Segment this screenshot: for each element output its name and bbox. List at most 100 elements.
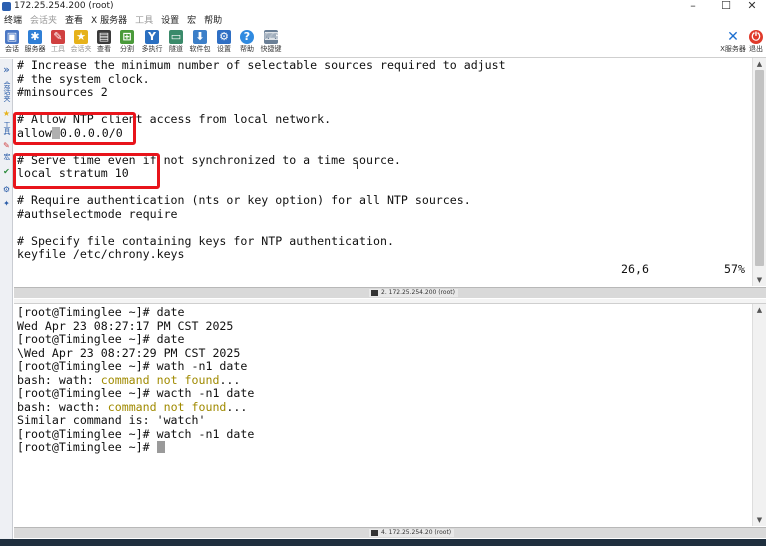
- toolbar-settings-button[interactable]: ⚙ 设置: [212, 28, 236, 58]
- menu-help[interactable]: 帮助: [200, 14, 226, 28]
- highlight-box-local-stratum: [13, 153, 160, 189]
- mouse-cursor-icon: I: [356, 161, 359, 172]
- error-prefix: bash: wacth:: [17, 399, 108, 414]
- toolbar-sessions-button[interactable]: ★ 会话夹: [69, 28, 93, 58]
- close-button[interactable]: ✕: [737, 0, 766, 13]
- error-message: command not found: [107, 399, 227, 414]
- gear-icon[interactable]: ⚙: [1, 185, 12, 194]
- toolbar-servers-button[interactable]: ✱ 服务器: [23, 28, 47, 58]
- toolbar-label: 快捷键: [260, 45, 282, 53]
- toolbar-exit-button[interactable]: ⏻ 退出: [746, 28, 766, 58]
- menu-view[interactable]: 查看: [61, 14, 87, 28]
- help-icon: ?: [240, 30, 254, 44]
- power-icon: ⏻: [749, 30, 763, 44]
- toolbar-view-button[interactable]: ▤ 查看: [92, 28, 116, 58]
- sparkle-icon[interactable]: ✦: [1, 199, 12, 208]
- pane-status-bar: 4. 172.25.254.20 (root): [14, 527, 766, 538]
- menu-xserver[interactable]: X 服务器: [87, 14, 131, 28]
- toolbar-help-button[interactable]: ? 帮助: [235, 28, 259, 58]
- terminal-line: [root@Timinglee ~]# date: [17, 305, 185, 319]
- toolbar-label: 多执行: [141, 45, 163, 53]
- toolbar-label: 软件包: [189, 45, 211, 53]
- error-suffix: ...: [219, 372, 241, 387]
- highlight-box-allow: [13, 112, 136, 145]
- pane-status-bar: 2. 172.25.254.200 (root): [14, 287, 766, 298]
- terminal-prompt-line: [root@Timinglee ~]#: [17, 440, 165, 455]
- terminal-line: \Wed Apr 23 08:27:29 PM CST 2025: [17, 345, 241, 360]
- toolbar-split-button[interactable]: ⊞ 分割: [115, 28, 139, 58]
- terminal-line: bash: wath: command not found...: [17, 372, 241, 388]
- sidebar-item-tools[interactable]: 工具: [1, 121, 12, 135]
- settings-icon: ⚙: [217, 30, 231, 44]
- toolbar-label: 设置: [217, 45, 231, 53]
- multiexec-icon: Y: [145, 30, 159, 44]
- packages-icon: ⬇: [193, 30, 207, 44]
- terminal-line: keyfile /etc/chrony.keys: [17, 247, 185, 261]
- toolbar-tunnel-button[interactable]: ▭ 隧道: [164, 28, 188, 58]
- session-icon: ▣: [5, 30, 19, 44]
- toolbar-label: 服务器: [24, 45, 46, 53]
- pane-label[interactable]: 2. 172.25.254.200 (root): [369, 289, 458, 297]
- sidebar-item-macros[interactable]: 宏: [1, 153, 12, 160]
- scroll-down-icon[interactable]: ▼: [753, 514, 766, 526]
- servers-icon: ✱: [28, 30, 42, 44]
- toolbar-session-button[interactable]: ▣ 会话: [0, 28, 24, 58]
- toolbar-shortcuts-button[interactable]: ⌨ 快捷键: [259, 28, 283, 58]
- terminal-line: #authselectmode require: [17, 206, 178, 221]
- menu-settings[interactable]: 设置: [157, 14, 183, 28]
- toolbar-tools-button[interactable]: ✎ 工具: [46, 28, 70, 58]
- terminal-line: # Require authentication (nts or key opt…: [17, 193, 471, 207]
- scroll-percent: 57%: [724, 262, 745, 276]
- split-icon: ⊞: [120, 30, 134, 44]
- scroll-up-icon[interactable]: ▲: [753, 304, 766, 316]
- terminal-pane-bottom[interactable]: [root@Timinglee ~]# date Wed Apr 23 08:2…: [14, 304, 752, 526]
- toolbar-packages-button[interactable]: ⬇ 软件包: [188, 28, 212, 58]
- terminal-line: [root@Timinglee ~]# watch -n1 date: [17, 426, 255, 441]
- tools-icon: ✎: [51, 30, 65, 44]
- toolbar-label: 工具: [51, 45, 65, 53]
- tools-icon[interactable]: ✎: [1, 141, 12, 150]
- error-suffix: ...: [226, 399, 248, 414]
- scrollbar-bottom[interactable]: ▲ ▼: [752, 304, 766, 526]
- check-icon[interactable]: ✔: [1, 167, 12, 176]
- scroll-up-icon[interactable]: ▲: [753, 58, 766, 70]
- xserver-icon: ✕: [727, 29, 739, 45]
- toolbar-label: 查看: [97, 45, 111, 53]
- sidebar-collapse-icon[interactable]: »: [1, 64, 12, 75]
- app-icon: [2, 2, 11, 11]
- view-icon: ▤: [97, 30, 111, 44]
- terminal-line: [root@Timinglee ~]# wacth -n1 date: [17, 386, 255, 400]
- text-cursor: [156, 441, 165, 453]
- terminal-line: # the system clock.: [17, 71, 150, 86]
- error-prefix: bash: wath:: [17, 372, 101, 387]
- toolbar-label: 会话: [5, 45, 19, 53]
- toolbar-label: 帮助: [240, 45, 254, 53]
- keyboard-icon: ⌨: [264, 30, 280, 44]
- scrollbar-top[interactable]: ▲ ▼: [752, 58, 766, 286]
- tunnel-icon: ▭: [169, 30, 183, 44]
- os-taskbar: [0, 539, 766, 546]
- star-icon: ★: [74, 30, 88, 44]
- toolbar-multiexec-button[interactable]: Y 多执行: [140, 28, 164, 58]
- menu-macros[interactable]: 宏: [183, 14, 200, 28]
- toolbar-label: X服务器: [720, 45, 746, 53]
- minimize-button[interactable]: –: [678, 0, 708, 13]
- menu-tools[interactable]: 工具: [131, 14, 157, 28]
- toolbar: ▣ 会话 ✱ 服务器 ✎ 工具 ★ 会话夹 ▤ 查看 ⊞ 分割 Y 多执行 ▭ …: [0, 28, 766, 58]
- menu-sessions[interactable]: 会话夹: [26, 14, 61, 28]
- toolbar-xserver-button[interactable]: ✕ X服务器: [720, 28, 746, 58]
- star-icon[interactable]: ★: [1, 109, 12, 118]
- pane-label[interactable]: 4. 172.25.254.20 (root): [369, 529, 455, 537]
- terminal-line: [root@Timinglee ~]# wath -n1 date: [17, 359, 248, 373]
- title-bar: 172.25.254.200 (root) – ☐ ✕: [0, 0, 766, 13]
- terminal-line: [root@Timinglee ~]# date: [17, 332, 185, 346]
- terminal-line: # Specify file containing keys for NTP a…: [17, 233, 394, 248]
- scrollbar-thumb[interactable]: [755, 70, 764, 266]
- menu-bar: 终端 会话夹 查看 X 服务器 工具 设置 宏 帮助: [0, 14, 766, 28]
- terminal-line: Similar command is: 'watch': [17, 413, 206, 427]
- scroll-down-icon[interactable]: ▼: [753, 274, 766, 286]
- menu-terminal[interactable]: 终端: [0, 14, 26, 28]
- terminal-line: # Increase the minimum number of selecta…: [17, 58, 506, 72]
- sidebar-item-sessions[interactable]: 会话夹: [1, 81, 12, 102]
- error-message: command not found: [100, 372, 220, 387]
